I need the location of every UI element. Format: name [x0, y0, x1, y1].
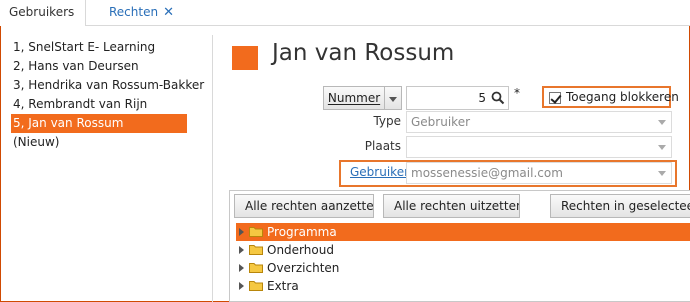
- tab-rechten-label: Rechten: [109, 5, 159, 19]
- checkbox-checked-icon[interactable]: [549, 92, 561, 104]
- rechten-in-geselecteerd-button[interactable]: Rechten in geselecteerd: [550, 194, 690, 218]
- gebruiker-select[interactable]: mossenessie@gmail.com: [406, 162, 672, 184]
- alle-rechten-uitzetten-button[interactable]: Alle rechten uitzetten: [383, 194, 520, 218]
- folder-icon: [249, 245, 263, 255]
- user-list-item[interactable]: 2, Hans van Deursen: [11, 57, 187, 76]
- user-list-item[interactable]: 1, SnelStart E- Learning: [11, 38, 187, 57]
- folder-icon: [249, 281, 263, 291]
- user-list-item-new[interactable]: (Nieuw): [11, 133, 187, 152]
- type-label: Type: [373, 114, 401, 128]
- expand-arrow-icon[interactable]: [239, 228, 244, 236]
- tree-item-overzichten[interactable]: Overzichten: [236, 259, 690, 277]
- expand-arrow-icon[interactable]: [239, 282, 244, 290]
- tree-item-label: Programma: [267, 225, 337, 239]
- required-marker: *: [514, 86, 520, 100]
- plaats-label: Plaats: [364, 139, 401, 153]
- plaats-select[interactable]: [406, 136, 672, 158]
- user-list-item[interactable]: 4, Rembrandt van Rijn: [11, 95, 187, 114]
- expand-arrow-icon[interactable]: [239, 264, 244, 272]
- tree-item-extra[interactable]: Extra: [236, 277, 690, 295]
- folder-icon: [249, 227, 263, 237]
- tree-item-label: Extra: [267, 279, 299, 293]
- tree-item-label: Overzichten: [267, 261, 340, 275]
- nummer-button[interactable]: Nummer: [323, 86, 385, 110]
- toegang-blokkeren-label: Toegang blokkeren: [566, 90, 679, 104]
- gebruiker-link[interactable]: Gebruiker: [350, 165, 409, 179]
- type-select[interactable]: Gebruiker: [406, 111, 672, 133]
- expand-arrow-icon[interactable]: [239, 246, 244, 254]
- tree-item-label: Onderhoud: [267, 243, 334, 257]
- close-icon[interactable]: ✕: [163, 0, 174, 25]
- title-accent-square: [232, 46, 258, 70]
- page-title: Jan van Rossum: [272, 40, 455, 66]
- tree-item-onderhoud[interactable]: Onderhoud: [236, 241, 690, 259]
- tab-bar: Gebruikers Rechten ✕: [0, 0, 690, 26]
- search-icon[interactable]: [491, 91, 505, 105]
- user-list-item-selected[interactable]: 5, Jan van Rossum: [11, 114, 187, 133]
- folder-icon: [249, 263, 263, 273]
- tab-rechten[interactable]: Rechten ✕: [97, 0, 187, 26]
- tab-gebruikers[interactable]: Gebruikers: [0, 0, 86, 26]
- nummer-value: 5: [478, 91, 486, 105]
- tree-item-programma[interactable]: Programma: [236, 223, 690, 241]
- nummer-dropdown-button[interactable]: [385, 86, 402, 110]
- user-list-item[interactable]: 3, Hendrika van Rossum-Bakker: [11, 76, 204, 95]
- nummer-button-label: Nummer: [327, 91, 381, 105]
- alle-rechten-aanzetten-button[interactable]: Alle rechten aanzetten: [234, 194, 374, 218]
- nummer-input[interactable]: 5: [406, 86, 509, 110]
- toegang-blokkeren-checkbox[interactable]: Toegang blokkeren: [542, 86, 679, 108]
